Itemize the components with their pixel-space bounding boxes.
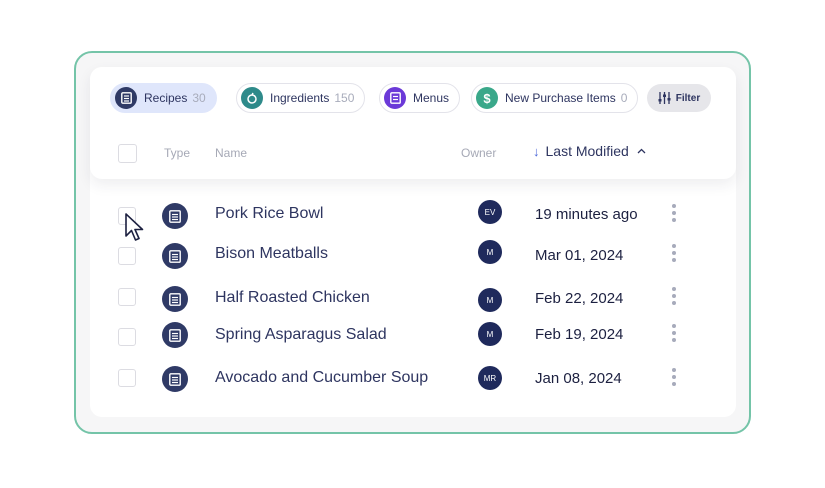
column-header-owner[interactable]: Owner (461, 146, 496, 160)
chip-count: 30 (192, 91, 206, 105)
recipe-name-link[interactable]: Bison Meatballs (215, 245, 328, 263)
more-options-icon[interactable] (671, 368, 677, 389)
recipe-name-link[interactable]: Pork Rice Bowl (215, 205, 323, 223)
owner-avatar: EV (478, 200, 502, 224)
menu-icon (384, 87, 406, 109)
row-checkbox[interactable] (118, 288, 136, 306)
sliders-icon (658, 92, 671, 104)
recipe-book-icon (162, 366, 188, 392)
recipe-name-link[interactable]: Half Roasted Chicken (215, 289, 370, 307)
chip-label: Menus (413, 91, 450, 105)
recipe-name-link[interactable]: Avocado and Cucumber Soup (215, 369, 428, 387)
column-header-last-modified[interactable]: ↓ Last Modified (533, 143, 646, 159)
more-options-icon[interactable] (671, 204, 677, 225)
last-modified-date: Feb 19, 2024 (535, 326, 624, 343)
owner-avatar: M (478, 240, 502, 264)
sort-down-arrow-icon: ↓ (533, 143, 540, 159)
last-modified-date: 19 minutes ago (535, 206, 638, 223)
owner-avatar: M (478, 322, 502, 346)
more-options-icon[interactable] (671, 287, 677, 308)
chevron-up-icon (637, 146, 646, 157)
last-modified-date: Jan 08, 2024 (535, 370, 622, 387)
last-modified-date: Mar 01, 2024 (535, 247, 624, 264)
owner-avatar: MR (478, 366, 502, 390)
chip-label: Ingredients (270, 91, 330, 105)
select-all-checkbox[interactable] (118, 144, 137, 163)
chip-label: Recipes (144, 91, 188, 105)
column-header-type[interactable]: Type (164, 146, 190, 160)
more-options-icon[interactable] (671, 244, 677, 265)
chip-recipes[interactable]: Recipes 30 (110, 83, 217, 113)
more-options-icon[interactable] (671, 324, 677, 345)
leaf-icon (241, 87, 263, 109)
recipe-book-icon (162, 322, 188, 348)
owner-avatar: M (478, 288, 502, 312)
mouse-cursor-icon (125, 213, 144, 241)
chip-ingredients[interactable]: Ingredients 150 (236, 83, 366, 113)
row-checkbox[interactable] (118, 247, 136, 265)
row-checkbox[interactable] (118, 328, 136, 346)
chip-count: 150 (334, 91, 355, 105)
recipe-book-icon (115, 87, 137, 109)
last-modified-date: Feb 22, 2024 (535, 290, 624, 307)
filter-button[interactable]: Filter (647, 84, 711, 112)
chip-label: New Purchase Items (505, 91, 616, 105)
recipe-name-link[interactable]: Spring Asparagus Salad (215, 326, 387, 344)
recipe-book-icon (162, 286, 188, 312)
column-header-name[interactable]: Name (215, 146, 247, 160)
chip-count: 0 (620, 91, 628, 105)
filter-label: Filter (675, 92, 701, 104)
dollar-icon: $ (476, 87, 498, 109)
recipe-book-icon (162, 203, 188, 229)
chip-new-purchase-items[interactable]: $ New Purchase Items 0 (471, 83, 639, 113)
recipe-book-icon (162, 243, 188, 269)
chip-menus[interactable]: Menus (379, 83, 461, 113)
column-header-label: Last Modified (545, 143, 629, 159)
row-checkbox[interactable] (118, 369, 136, 387)
